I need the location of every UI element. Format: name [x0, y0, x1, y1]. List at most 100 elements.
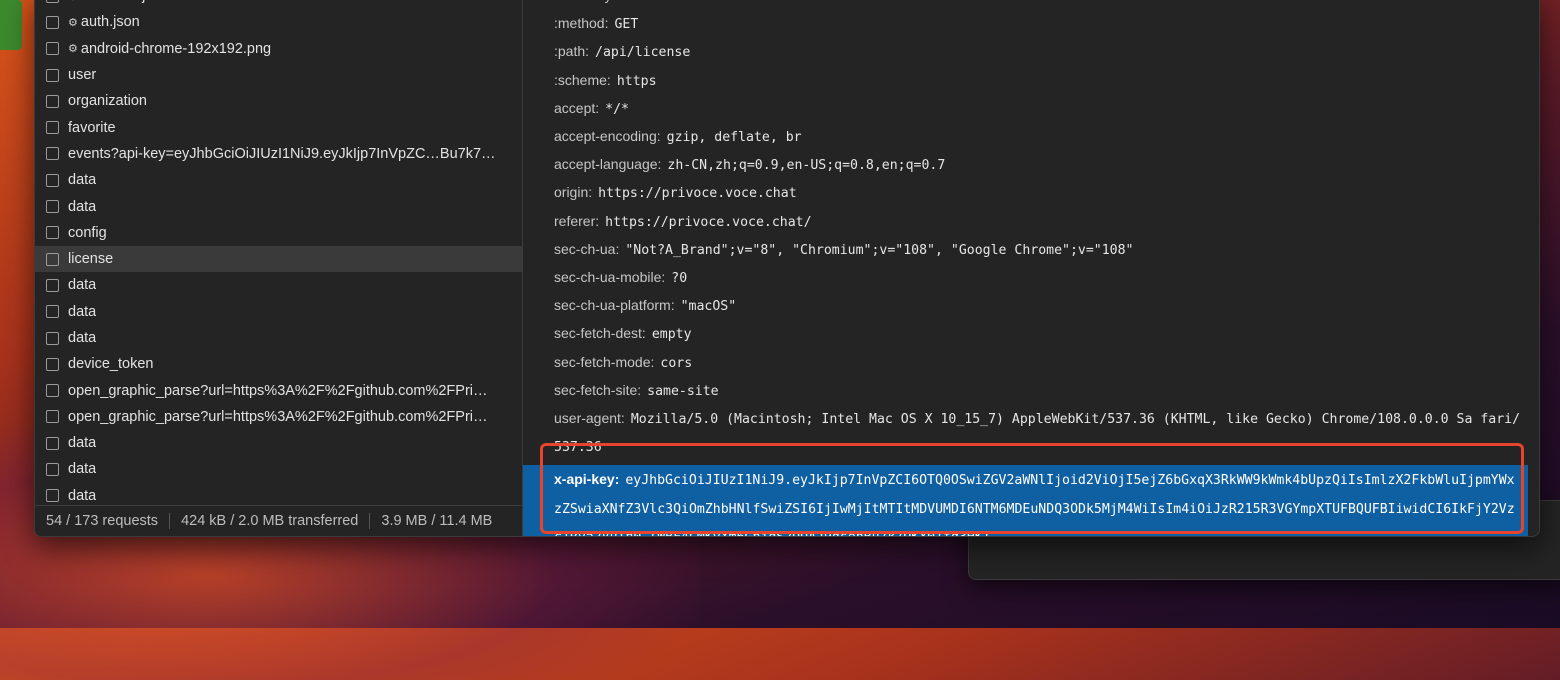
row-checkbox-icon[interactable]: [46, 68, 59, 82]
header-row[interactable]: accept-encoding: gzip, deflate, br: [523, 123, 1528, 151]
request-row[interactable]: favorite: [35, 114, 522, 140]
row-checkbox-icon[interactable]: [46, 489, 59, 503]
header-name: :path:: [554, 43, 590, 60]
service-worker-gear-icon: ⚙: [68, 43, 78, 56]
header-row[interactable]: sec-fetch-mode: cors: [523, 349, 1528, 377]
row-checkbox-icon[interactable]: [46, 436, 59, 450]
request-row[interactable]: open_graphic_parse?url=https%3A%2F%2Fgit…: [35, 377, 522, 403]
request-row[interactable]: config: [35, 220, 522, 246]
header-row[interactable]: :path: /api/license: [523, 38, 1528, 66]
header-value: GET: [614, 17, 639, 33]
transferred-size: 424 kB / 2.0 MB transferred: [181, 513, 359, 529]
request-name: config: [68, 224, 107, 241]
header-row[interactable]: origin: https://privoce.voce.chat: [523, 179, 1528, 207]
header-row[interactable]: :scheme: https: [523, 67, 1528, 95]
row-checkbox-icon[interactable]: [46, 200, 59, 214]
header-value: gzip, deflate, br: [666, 130, 802, 146]
request-name: data: [68, 487, 97, 504]
row-checkbox-icon[interactable]: [46, 305, 59, 319]
header-value: "macOS": [680, 299, 737, 315]
header-name: accept:: [554, 99, 600, 116]
header-name: accept-language:: [554, 156, 662, 173]
request-name: device_token: [68, 356, 154, 373]
row-checkbox-icon[interactable]: [46, 147, 59, 161]
request-name: data: [68, 198, 97, 215]
header-row[interactable]: accept-language: zh-CN,zh;q=0.9,en-US;q=0…: [523, 151, 1528, 179]
request-name: auth.json: [80, 14, 140, 31]
request-row[interactable]: ⚙ auth.json: [35, 9, 522, 35]
header-name: sec-fetch-dest:: [554, 325, 646, 342]
request-name: favorite: [68, 119, 116, 136]
annotation-highlight-box: [540, 443, 1524, 534]
header-value: cors: [660, 355, 693, 371]
row-checkbox-icon[interactable]: [46, 226, 59, 240]
scrollbar[interactable]: [1528, 0, 1539, 536]
request-row[interactable]: data: [35, 456, 522, 482]
request-name: license: [68, 251, 114, 268]
row-checkbox-icon[interactable]: [46, 410, 59, 424]
request-row[interactable]: device_token: [35, 351, 522, 377]
header-row[interactable]: referer: https://privoce.voce.chat/: [523, 208, 1528, 236]
header-value: same-site: [647, 383, 719, 399]
request-row[interactable]: data: [35, 325, 522, 351]
header-row[interactable]: accept: */*: [523, 95, 1528, 123]
request-name: open_graphic_parse?url=https%3A%2F%2Fgit…: [68, 382, 488, 399]
request-row[interactable]: events?api-key=eyJhbGciOiJIUzI1NiJ9.eyJk…: [35, 141, 522, 167]
request-row[interactable]: license: [35, 245, 522, 273]
request-name: data: [68, 303, 97, 320]
header-row[interactable]: :authority: dev.voce.chat: [523, 0, 1528, 10]
header-name: sec-ch-ua-mobile:: [554, 269, 666, 286]
header-name: user-agent:: [554, 410, 625, 427]
header-value: /api/license: [595, 45, 691, 61]
request-row[interactable]: data: [35, 299, 522, 325]
request-row[interactable]: data: [35, 167, 522, 193]
row-checkbox-icon[interactable]: [46, 121, 59, 135]
header-name: accept-encoding:: [554, 128, 661, 145]
header-row[interactable]: sec-ch-ua-platform: "macOS": [523, 292, 1528, 320]
row-checkbox-icon[interactable]: [46, 42, 59, 56]
header-value: dev.voce.chat: [621, 0, 724, 4]
header-value: "Not?A_Brand";v="8", "Chromium";v="108",…: [625, 242, 1134, 258]
request-name: data: [68, 277, 97, 294]
row-checkbox-icon[interactable]: [46, 384, 59, 398]
row-checkbox-icon[interactable]: [46, 331, 59, 345]
header-row[interactable]: sec-ch-ua-mobile: ?0: [523, 264, 1528, 292]
request-row[interactable]: ⚙welcome.json: [35, 0, 522, 9]
header-value: ?0: [671, 271, 688, 287]
request-name: user: [68, 67, 97, 84]
header-row[interactable]: sec-ch-ua: "Not?A_Brand";v="8", "Chromium…: [523, 236, 1528, 264]
request-name: open_graphic_parse?url=https%3A%2F%2Fgit…: [68, 408, 488, 425]
row-checkbox-icon[interactable]: [46, 462, 59, 476]
service-worker-gear-icon: ⚙: [68, 16, 78, 29]
header-row[interactable]: sec-fetch-site: same-site: [523, 377, 1528, 405]
row-checkbox-icon[interactable]: [46, 15, 59, 29]
header-row[interactable]: :method: GET: [523, 10, 1528, 38]
header-name: sec-fetch-mode:: [554, 353, 655, 370]
row-checkbox-icon[interactable]: [46, 173, 59, 187]
row-checkbox-icon[interactable]: [46, 278, 59, 292]
row-checkbox-icon[interactable]: [46, 252, 59, 266]
request-row[interactable]: data: [35, 193, 522, 219]
request-row[interactable]: user: [35, 62, 522, 88]
request-name: data: [68, 435, 97, 452]
header-name: sec-ch-ua:: [554, 240, 620, 257]
header-name: referer:: [554, 212, 600, 229]
header-value: https://privoce.voce.chat: [598, 186, 797, 202]
request-row[interactable]: open_graphic_parse?url=https%3A%2F%2Fgit…: [35, 404, 522, 430]
header-name: sec-fetch-site:: [554, 381, 642, 398]
header-row[interactable]: sec-fetch-dest: empty: [523, 320, 1528, 348]
requests-count: 54 / 173 requests: [46, 513, 159, 529]
header-value: empty: [651, 327, 692, 343]
request-row[interactable]: organization: [35, 88, 522, 114]
header-value: zh-CN,zh;q=0.9,en-US;q=0.8,en;q=0.7: [667, 158, 946, 174]
row-checkbox-icon[interactable]: [46, 0, 59, 3]
background-app-tile: [0, 0, 22, 50]
network-status-bar: 54 / 173 requests 424 kB / 2.0 MB transf…: [35, 505, 522, 536]
request-name: organization: [68, 93, 147, 110]
header-name: :scheme:: [554, 71, 611, 88]
row-checkbox-icon[interactable]: [46, 357, 59, 371]
request-row[interactable]: data: [35, 430, 522, 456]
row-checkbox-icon[interactable]: [46, 94, 59, 108]
request-row[interactable]: data: [35, 272, 522, 298]
request-row[interactable]: ⚙ android-chrome-192x192.png: [35, 36, 522, 62]
